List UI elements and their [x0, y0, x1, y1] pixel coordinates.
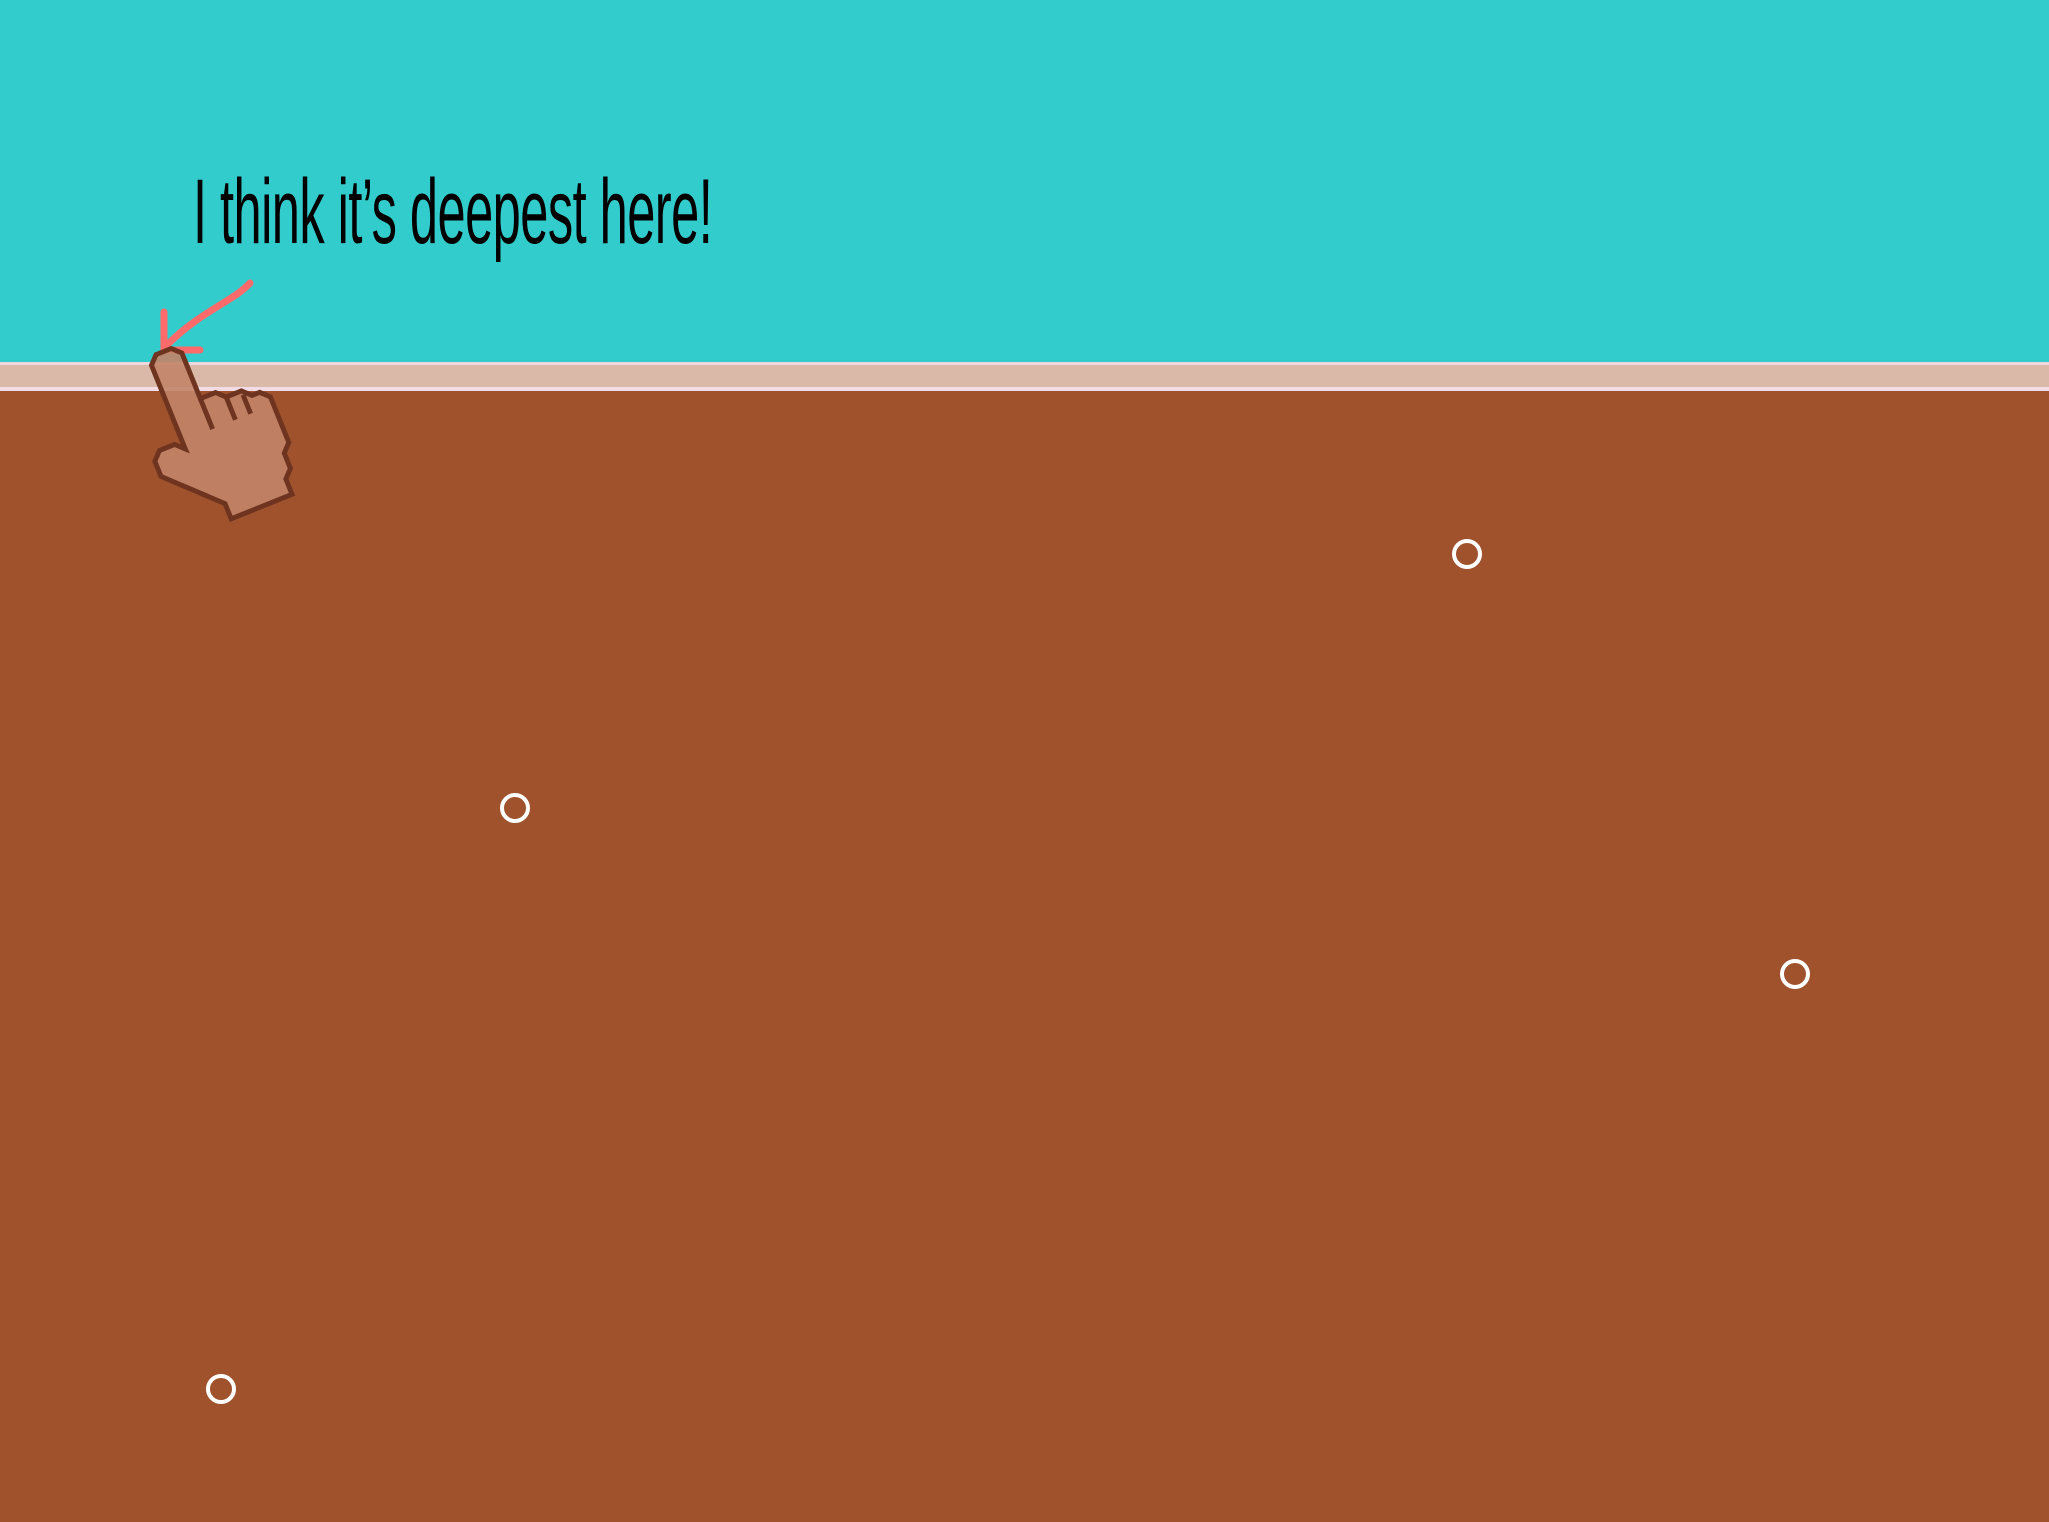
arrow-down-left-icon [160, 279, 254, 354]
circle-marker-icon[interactable] [500, 793, 530, 823]
circle-marker-icon[interactable] [206, 1374, 236, 1404]
hand-pointer-cursor-icon [148, 345, 296, 523]
circle-marker-icon[interactable] [1780, 959, 1810, 989]
circle-marker-icon[interactable] [1452, 539, 1482, 569]
overlay [148, 279, 296, 523]
